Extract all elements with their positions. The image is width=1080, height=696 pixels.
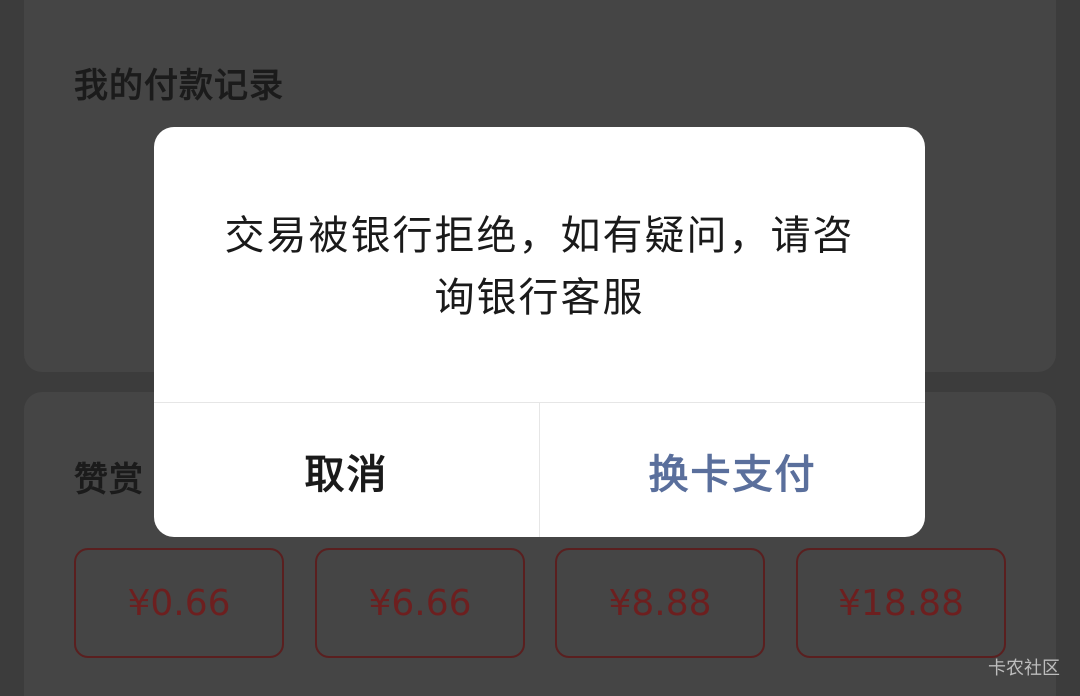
payment-records-title: 我的付款记录 xyxy=(74,66,284,106)
change-card-pay-button[interactable]: 换卡支付 xyxy=(540,403,925,537)
reward-amount-button[interactable]: ¥18.88 xyxy=(796,548,1006,658)
reward-title: 赞赏 xyxy=(74,460,144,500)
cancel-button[interactable]: 取消 xyxy=(154,403,540,537)
alert-dialog: 交易被银行拒绝，如有疑问，请咨询银行客服 取消 换卡支付 xyxy=(154,127,925,537)
dialog-actions: 取消 换卡支付 xyxy=(154,402,925,537)
reward-amount-button[interactable]: ¥0.66 xyxy=(74,548,284,658)
reward-amount-button[interactable]: ¥8.88 xyxy=(555,548,765,658)
payment-page: 我的付款记录 赞赏 ¥0.66 ¥6.66 ¥8.88 ¥18.88 卡农社区 … xyxy=(0,0,1080,696)
reward-amount-button[interactable]: ¥6.66 xyxy=(315,548,525,658)
dialog-message: 交易被银行拒绝，如有疑问，请咨询银行客服 xyxy=(224,213,855,321)
watermark: 卡农社区 xyxy=(988,658,1060,679)
